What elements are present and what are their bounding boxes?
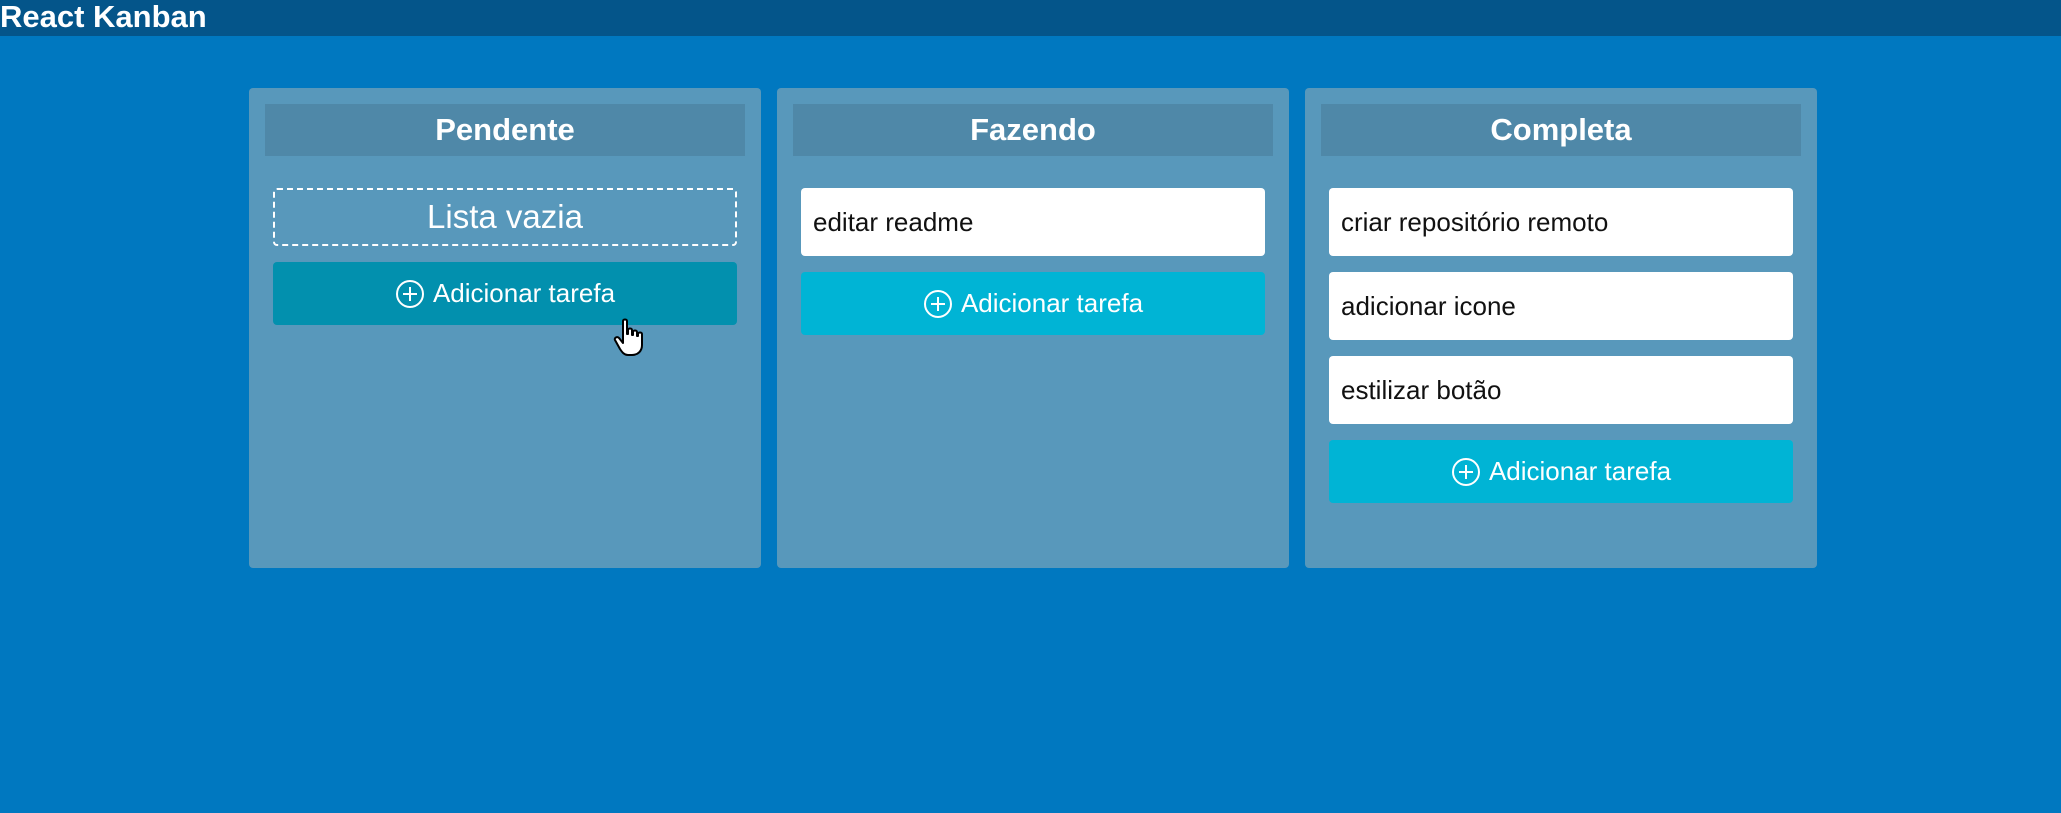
add-task-button[interactable]: Adicionar tarefa [1329, 440, 1793, 503]
column-title: Fazendo [793, 104, 1273, 156]
column-body: editar readme Adicionar tarefa [801, 188, 1265, 335]
task-card[interactable]: adicionar icone [1329, 272, 1793, 340]
task-card[interactable]: criar repositório remoto [1329, 188, 1793, 256]
plus-circle-icon [1451, 457, 1480, 486]
hand-pointer-cursor [613, 318, 643, 356]
app-title: React Kanban [0, 0, 207, 34]
column-completa: Completa criar repositório remoto adicio… [1305, 88, 1817, 568]
add-task-button[interactable]: Adicionar tarefa [273, 262, 737, 325]
task-card[interactable]: editar readme [801, 188, 1265, 256]
column-body: criar repositório remoto adicionar icone… [1329, 188, 1793, 503]
column-pendente: Pendente Lista vazia Adicionar tarefa [249, 88, 761, 568]
add-task-label: Adicionar tarefa [1488, 456, 1672, 486]
column-title: Pendente [265, 104, 745, 156]
empty-list-placeholder: Lista vazia [273, 188, 737, 246]
app-header: React Kanban [0, 0, 2061, 36]
column-body: Lista vazia Adicionar tarefa [273, 188, 737, 325]
add-task-label: Adicionar tarefa [432, 278, 616, 308]
column-fazendo: Fazendo editar readme Adicionar tarefa [777, 88, 1289, 568]
column-title: Completa [1321, 104, 1801, 156]
plus-circle-icon [395, 279, 424, 308]
add-task-label: Adicionar tarefa [960, 288, 1144, 318]
add-task-button[interactable]: Adicionar tarefa [801, 272, 1265, 335]
task-card[interactable]: estilizar botão [1329, 356, 1793, 424]
plus-circle-icon [923, 289, 952, 318]
